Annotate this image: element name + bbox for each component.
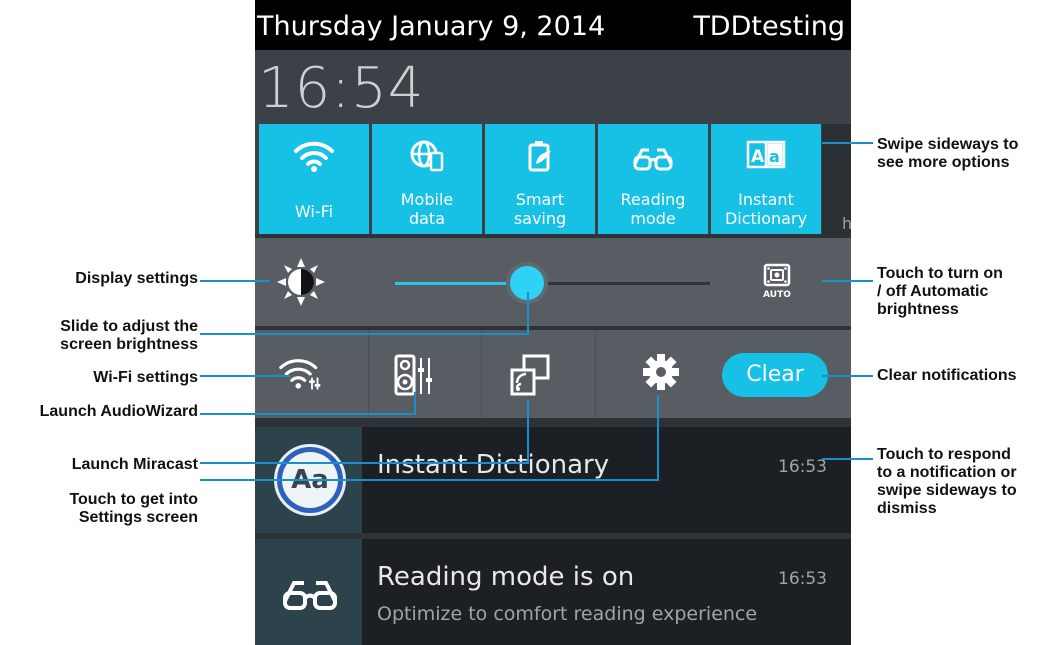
tile-next-peek-label: h [842,214,851,233]
callout-auto-brightness-line2: / off Automatic [877,283,989,300]
callout-auto-brightness: Touch to turn on / off Automatic brightn… [877,265,1003,319]
notification-panel: Thursday January 9, 2014 TDDtesting 16:5… [255,0,851,645]
dictionary-app-icon: Aa [274,444,346,516]
callout-settings-line2: Settings screen [78,509,198,526]
notification-time: 16:53 [778,569,827,589]
quick-tiles-row[interactable]: Wi-Fi Mobile data Smart saving Reading m… [255,124,851,234]
callout-miracast: Launch Miracast [71,456,198,473]
callout-settings: Touch to get into Settings screen [69,491,198,527]
miracast-button[interactable] [509,354,553,396]
callout-auto-brightness-line1: Touch to turn on [877,265,1003,282]
callout-wifi-settings: Wi-Fi settings [93,369,198,386]
audiowizard-button[interactable] [392,354,436,396]
callout-swipe: Swipe sideways to see more options [877,136,1018,172]
callout-respond-line4: dismiss [877,500,937,517]
tile-instant-dictionary-label-2: Dictionary [724,209,808,228]
notification-icon-box: Aa [255,427,362,533]
mobile-data-icon [372,140,482,172]
auto-brightness-label: AUTO [763,290,791,300]
tile-mobile-data-label-1: Mobile [400,190,454,209]
tile-instant-dictionary-label-1: Instant [738,190,794,209]
tile-reading-mode-label-1: Reading [620,190,686,209]
dictionary-app-icon-text: Aa [282,452,338,508]
tile-smart-saving[interactable]: Smart saving [485,124,595,234]
callout-respond: Touch to respond to a notification or sw… [877,446,1017,518]
divider [481,330,482,418]
dictionary-icon: A a [711,140,821,172]
notification-instant-dictionary[interactable]: Aa Instant Dictionary 16:53 [255,427,851,533]
gear-icon [643,354,679,390]
tile-mobile-data[interactable]: Mobile data [372,124,482,234]
reading-mode-icon [598,140,708,172]
tile-reading-mode-label-2: mode [630,209,676,228]
callout-swipe-line2: see more options [877,154,1010,171]
clock-bar: 16:54 [255,50,851,124]
tile-next-peek[interactable]: h [822,124,851,234]
callout-respond-line2: to a notification or [877,464,1017,481]
quick-settings-row: Clear [255,330,851,418]
callout-respond-line1: Touch to respond [877,446,1011,463]
notification-subtitle: Optimize to comfort reading experience [377,603,758,625]
notification-title: Reading mode is on [377,562,635,592]
divider [368,330,369,418]
tile-smart-saving-label-1: Smart [515,190,565,209]
notification-title: Instant Dictionary [377,450,610,480]
settings-button[interactable] [639,354,683,394]
callout-auto-brightness-line3: brightness [877,301,959,318]
reading-mode-icon [283,581,337,610]
callout-display-settings: Display settings [75,270,198,287]
status-bar: Thursday January 9, 2014 TDDtesting [255,0,851,50]
clock-time: 16:54 [258,56,425,121]
smart-saving-icon [485,140,595,172]
notification-reading-mode[interactable]: Reading mode is on 16:53 Optimize to com… [255,539,851,645]
callout-audiowizard: Launch AudioWizard [39,403,198,420]
tile-smart-saving-label-2: saving [513,209,567,228]
status-carrier: TDDtesting [693,11,845,42]
wifi-settings-icon [279,359,321,390]
callout-slide-line1: Slide to adjust the [60,318,198,335]
clear-notifications-button[interactable]: Clear [722,353,828,397]
callout-slide-line2: screen brightness [60,336,198,353]
divider [595,330,596,418]
wifi-icon [259,140,369,172]
notification-icon-box [255,539,362,645]
tile-wifi[interactable]: Wi-Fi [259,124,369,234]
callout-respond-line3: swipe sideways to [877,482,1017,499]
auto-brightness-icon[interactable]: AUTO [760,263,794,306]
tile-wifi-label: Wi-Fi [294,202,334,221]
miracast-icon [510,354,550,396]
tile-reading-mode[interactable]: Reading mode [598,124,708,234]
audiowizard-icon [394,354,432,396]
callout-clear-notifications: Clear notifications [877,367,1017,384]
svg-text:a: a [769,147,780,166]
tile-instant-dictionary[interactable]: A a Instant Dictionary [711,124,821,234]
callout-swipe-line1: Swipe sideways to [877,136,1019,153]
notification-time: 16:53 [778,457,827,477]
wifi-settings-button[interactable] [279,354,323,394]
callout-slide: Slide to adjust the screen brightness [60,318,198,354]
svg-text:A: A [751,147,765,167]
tile-mobile-data-label-2: data [408,209,446,228]
status-date: Thursday January 9, 2014 [257,11,606,42]
display-settings-icon[interactable] [277,258,325,311]
brightness-row: AUTO [255,238,851,326]
callout-settings-line1: Touch to get into [69,491,198,508]
brightness-slider-thumb[interactable] [506,262,549,304]
